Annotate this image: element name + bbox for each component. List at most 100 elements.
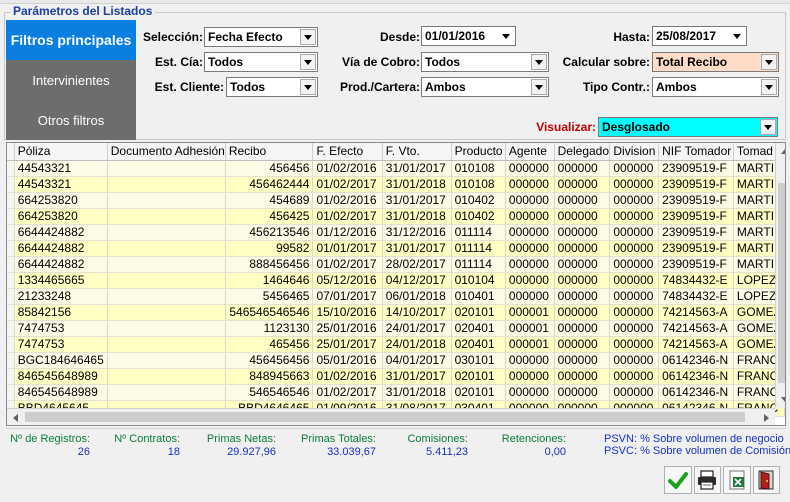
- table-cell: 000000: [609, 160, 660, 177]
- export-excel-button[interactable]: [723, 466, 751, 494]
- row-selector[interactable]: [7, 240, 15, 257]
- table-cell: 000000: [505, 240, 555, 257]
- column-header[interactable]: Delegado: [554, 143, 611, 161]
- table-cell: 31/01/2018: [382, 176, 452, 193]
- prod-cartera-select[interactable]: Ambos: [421, 77, 549, 97]
- column-header[interactable]: Division: [609, 143, 660, 161]
- table-cell: 23909519-F: [658, 256, 734, 273]
- total-retenciones: Retenciones: 0,00: [500, 433, 566, 458]
- calcular-select[interactable]: Total Recibo: [652, 52, 779, 72]
- table-row[interactable]: 7474753 1123130 25/01/2016 24/01/2017 020401…: [7, 320, 785, 337]
- row-selector[interactable]: [7, 304, 15, 321]
- chevron-down-icon[interactable]: [760, 119, 776, 135]
- est-cia-label: Est. Cía:: [154, 55, 203, 69]
- vertical-scroll-thumb[interactable]: [778, 183, 785, 383]
- table-row[interactable]: 6644424882 99582 01/01/2017 31/01/2017 01111…: [7, 240, 785, 257]
- table-row[interactable]: 664253820 454689 01/02/2016 31/01/2017 01040…: [7, 192, 785, 209]
- row-selector[interactable]: [7, 208, 15, 225]
- desde-date-picker[interactable]: 01/01/2016: [421, 26, 516, 46]
- table-cell: 000000: [554, 288, 611, 305]
- exit-button[interactable]: [752, 466, 780, 494]
- visualizar-select[interactable]: Desglosado: [598, 117, 778, 137]
- column-header[interactable]: Documento Adhesión: [107, 143, 226, 161]
- table-row[interactable]: 664253820 456425 01/02/2017 31/01/2018 01040…: [7, 208, 785, 225]
- table-cell: 664253820: [14, 192, 108, 209]
- horizontal-scroll-thumb[interactable]: [25, 412, 745, 422]
- table-cell: 44543321: [14, 176, 108, 193]
- row-selector[interactable]: [7, 336, 15, 353]
- chevron-down-icon[interactable]: [300, 79, 316, 95]
- column-header[interactable]: Recibo: [225, 143, 314, 161]
- table-row[interactable]: BGC184646465 456456456 05/01/2016 04/01/201…: [7, 352, 785, 369]
- column-header[interactable]: NIF Tomador: [658, 143, 734, 161]
- column-header[interactable]: Agente: [505, 143, 555, 161]
- chevron-down-icon[interactable]: [761, 54, 777, 70]
- row-selector[interactable]: [7, 160, 15, 177]
- table-cell: 01/02/2017: [312, 256, 383, 273]
- total-label: Retenciones:: [501, 433, 566, 445]
- horizontal-scrollbar[interactable]: [7, 408, 775, 425]
- table-cell: 28/02/2017: [382, 256, 452, 273]
- table-row[interactable]: 44543321 456456 01/02/2016 31/01/2017 010108…: [7, 160, 785, 177]
- table-row[interactable]: 6644424882 888456456 01/02/2017 28/02/2017 0…: [7, 256, 785, 273]
- vertical-scrollbar[interactable]: [775, 143, 785, 408]
- tipo-contr-select[interactable]: Ambos: [652, 77, 779, 97]
- row-selector[interactable]: [7, 224, 15, 241]
- row-selector[interactable]: [7, 320, 15, 337]
- table-row[interactable]: 1334465665 1464646 05/12/2016 04/12/2017 010…: [7, 272, 785, 289]
- hasta-date-picker[interactable]: 25/08/2017: [652, 26, 747, 46]
- row-selector[interactable]: [7, 256, 15, 273]
- via-cobro-select[interactable]: Todos: [421, 52, 549, 72]
- row-selector[interactable]: [7, 352, 15, 369]
- scroll-left-icon[interactable]: [7, 409, 24, 425]
- table-cell: 546546546546: [225, 304, 314, 321]
- est-cia-value: Todos: [208, 55, 244, 69]
- table-row[interactable]: 846545648989 546546546 01/02/2017 31/01/201…: [7, 384, 785, 401]
- tab-filtros-principales[interactable]: Filtros principales: [6, 20, 136, 60]
- results-grid[interactable]: Póliza Documento Adhesión Recibo F. Efecto F…: [6, 142, 786, 426]
- chevron-down-icon[interactable]: [531, 54, 547, 70]
- chevron-down-icon[interactable]: [729, 28, 745, 44]
- est-cliente-value: Todos: [230, 80, 266, 94]
- table-cell: [107, 256, 226, 273]
- table-cell: 000000: [505, 384, 555, 401]
- chevron-down-icon[interactable]: [300, 54, 316, 70]
- chevron-down-icon[interactable]: [498, 28, 514, 44]
- table-row[interactable]: 7474753 465456 25/01/2017 24/01/2018 020401 0…: [7, 336, 785, 353]
- table-row[interactable]: 44543321 456462444 01/02/2017 31/01/2018 010…: [7, 176, 785, 193]
- chevron-down-icon[interactable]: [300, 29, 316, 45]
- column-header[interactable]: Póliza: [14, 143, 108, 161]
- column-header[interactable]: F. Vto.: [382, 143, 452, 161]
- table-cell: 000000: [505, 160, 555, 177]
- row-selector[interactable]: [7, 384, 15, 401]
- tab-otros-filtros[interactable]: Otros filtros: [6, 100, 136, 140]
- table-cell: 6644424882: [14, 240, 108, 257]
- printer-icon: [698, 470, 717, 490]
- row-selector[interactable]: [7, 272, 15, 289]
- table-row[interactable]: 846545648989 848945663 01/02/2016 31/01/201…: [7, 368, 785, 385]
- est-cia-select[interactable]: Todos: [204, 52, 318, 72]
- column-header[interactable]: F. Efecto: [312, 143, 383, 161]
- chevron-down-icon[interactable]: [761, 79, 777, 95]
- est-cliente-select[interactable]: Todos: [226, 77, 318, 97]
- table-cell: 23909519-F: [658, 176, 734, 193]
- row-selector[interactable]: [7, 288, 15, 305]
- table-cell: 000000: [505, 352, 555, 369]
- seleccion-select[interactable]: Fecha Efecto: [204, 27, 318, 47]
- accept-button[interactable]: [664, 466, 692, 494]
- row-selector[interactable]: [7, 176, 15, 193]
- table-row[interactable]: 85842156 546546546546 15/10/2016 14/10/2017…: [7, 304, 785, 321]
- table-row[interactable]: 21233248 5456465 07/01/2017 06/01/2018 01040…: [7, 288, 785, 305]
- row-selector[interactable]: [7, 192, 15, 209]
- table-row[interactable]: 6644424882 456213546 01/12/2016 31/12/2016 0…: [7, 224, 785, 241]
- print-button[interactable]: [693, 466, 721, 494]
- tab-intervinientes[interactable]: Intervinientes: [6, 60, 136, 100]
- est-cliente-label: Est. Cliente:: [154, 80, 224, 94]
- row-selector[interactable]: [7, 368, 15, 385]
- scroll-right-icon[interactable]: [758, 409, 775, 425]
- chevron-down-icon[interactable]: [531, 79, 547, 95]
- table-cell: 000000: [609, 240, 660, 257]
- scroll-up-icon[interactable]: [776, 143, 785, 160]
- scroll-down-icon[interactable]: [776, 391, 785, 408]
- column-header[interactable]: Producto: [451, 143, 506, 161]
